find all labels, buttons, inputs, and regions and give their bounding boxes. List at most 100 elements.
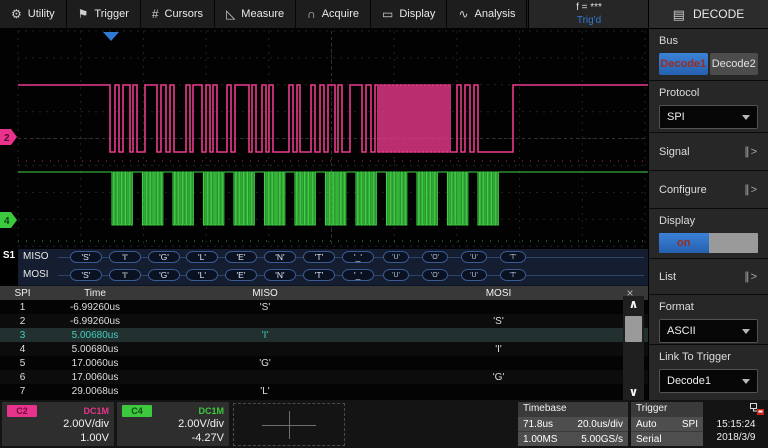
decode-cell: 'L' [186,269,218,281]
c2-scale: 2.00V/div [7,417,109,431]
format-section: Format ASCII [649,295,768,345]
timebase-rate: 5.00GS/s [581,434,623,445]
trigger-mode: Auto [636,419,657,430]
table-row-selected[interactable]: 3 5.00680us 'I' [0,328,648,342]
c2-offset: 1.00V [7,431,109,445]
configure-row[interactable]: Configure ∥> [649,171,768,209]
format-dropdown[interactable]: ASCII [659,319,758,343]
decode-cell: 'I' [109,269,141,281]
row-time: -6.99260us [45,316,145,327]
c2-level-marker[interactable]: 2 [0,129,17,145]
decode2-button[interactable]: Decode2 [710,53,759,75]
row-time: 29.0068us [45,386,145,397]
expand-icon: ∥> [744,145,758,158]
menu-cursors-label: Cursors [165,8,204,20]
signal-label: Signal [659,146,690,158]
scrollbar-thumb[interactable] [625,316,642,342]
c2-badge: C2 [7,405,37,417]
network-icon [750,403,764,415]
table-row[interactable]: 7 29.0068us 'L' [0,384,648,398]
decode-cell: 'L' [186,251,218,263]
table-row[interactable]: 4 5.00680us 'I' [0,342,648,356]
menu-utility-label: Utility [28,8,55,20]
protocol-label: Protocol [659,87,758,99]
timebase-panel[interactable]: Timebase 71.8us 20.0us/div 1.00MS 5.00GS… [518,402,628,446]
decode-cell: 'S' [70,269,102,281]
clock-panel: 15:15:24 2018/3/9 [706,402,766,446]
menu-measure-label: Measure [241,8,284,20]
row-miso: 'G' [145,358,385,369]
link-to-trigger-value: Decode1 [667,375,711,387]
configure-label: Configure [659,184,707,196]
link-to-trigger-dropdown[interactable]: Decode1 [659,369,758,393]
row-index: 6 [0,372,45,383]
menu-acquire[interactable]: ∩Acquire [296,0,371,28]
toggle-off-segment[interactable] [709,233,759,253]
row-time: -6.99260us [45,302,145,313]
list-label: List [659,271,676,283]
timebase-scale: 20.0us/div [577,419,623,430]
expand-icon: ∥> [744,183,758,196]
menu-trigger[interactable]: ⚑Trigger [67,0,141,28]
table-scrollbar[interactable]: ∧ ∨ [623,296,644,400]
miso-row-label: MISO [23,251,49,262]
status-time: 15:15:24 [706,418,766,431]
decode-cell: 'G' [148,269,180,281]
c4-waveform [18,172,648,225]
list-row[interactable]: List ∥> [649,259,768,295]
scroll-down-icon[interactable]: ∨ [623,384,644,400]
signal-row[interactable]: Signal ∥> [649,133,768,171]
link-to-trigger-section: Link To Trigger Decode1 [649,345,768,395]
bus-section: Bus Decode1 Decode2 [649,29,768,81]
table-row[interactable]: 5 17.0060us 'G' [0,356,648,370]
table-row[interactable]: 1 -6.99260us 'S' [0,300,648,314]
decode-cell: 'E' [225,251,257,263]
c4-level-marker[interactable]: 4 [0,212,17,228]
c4-offset: -4.27V [122,431,224,445]
table-row[interactable]: 6 17.0060us 'G' [0,370,648,384]
format-label: Format [659,301,758,313]
menu-cursors[interactable]: #Cursors [141,0,215,28]
c4-scale: 2.00V/div [122,417,224,431]
ruler-icon: ◺ [226,8,235,20]
mosi-row-label: MOSI [23,269,49,280]
menu-display[interactable]: ▭Display [371,0,447,28]
status-date: 2018/3/9 [706,431,766,444]
row-mosi: 'G' [385,372,612,383]
decode-cell: 'T' [500,269,526,281]
trigger-status-box: f = *** Trig'd [528,0,649,28]
row-index: 2 [0,316,45,327]
protocol-dropdown[interactable]: SPI [659,105,758,129]
mosi-decode-row: MOSI 'S''I''G''L''E''N''T''_''U''O''U''T… [18,267,648,285]
table-row[interactable]: 2 -6.99260us 'S' [0,314,648,328]
scroll-up-icon[interactable]: ∧ [623,296,644,312]
trigger-type: SPI [682,419,698,430]
add-channel-box[interactable] [233,403,345,446]
menu-measure[interactable]: ◺ Measure [215,0,296,28]
trigger-panel[interactable]: Trigger Auto SPI Serial [631,402,703,446]
display-on-toggle[interactable]: on [659,233,758,253]
header-time: Time [45,288,145,299]
link-to-trigger-label: Link To Trigger [659,351,758,363]
decode1-button[interactable]: Decode1 [659,53,708,75]
trigger-position-marker[interactable] [103,32,119,41]
c4-coupling: DC1M [198,406,224,416]
sidebar-header: ▤ DECODE [649,0,768,29]
row-mosi: 'S' [385,316,612,327]
miso-decode-row: MISO 'S''I''G''L''E''N''T''_''U''O''U''T… [18,249,648,268]
channel-c2-panel[interactable]: C2 DC1M 2.00V/div 1.00V [2,402,114,446]
header-miso: MISO [145,288,385,299]
toggle-on-segment[interactable]: on [659,233,709,253]
decode-cell: 'U' [461,251,487,263]
decode-cell: 'U' [383,269,409,281]
channel-c4-panel[interactable]: C4 DC1M 2.00V/div -4.27V [117,402,229,446]
protocol-section: Protocol SPI [649,81,768,133]
row-mosi: 'I' [385,344,612,355]
decode-cell: 'I' [109,251,141,263]
header-mosi: MOSI [385,288,612,299]
menu-utility[interactable]: ⚙Utility [0,0,67,28]
decode-cell: 'S' [70,251,102,263]
menu-analysis[interactable]: ∿Analysis [447,0,527,28]
decode-cell: 'T' [303,269,335,281]
expand-icon: ∥> [744,270,758,283]
